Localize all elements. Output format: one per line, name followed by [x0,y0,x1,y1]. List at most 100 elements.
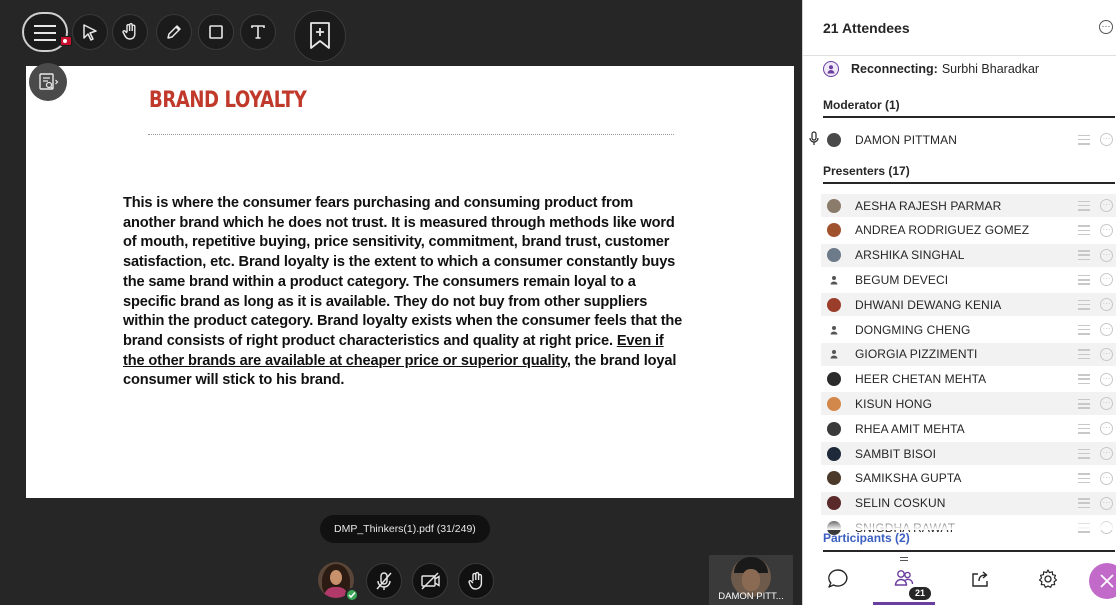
attendee-row[interactable]: DONGMING CHENG ⋯ [821,318,1116,341]
attendee-controls-icon[interactable] [1076,224,1092,236]
attendee-more-icon[interactable]: ⋯ [1100,422,1113,436]
attendee-name: GIORGIA PIZZIMENTI [855,347,978,362]
text-icon [251,25,265,39]
drag-handle-icon [900,557,908,563]
attendee-controls-icon[interactable] [1076,472,1092,484]
file-page-indicator: DMP_Thinkers(1).pdf (31/249) [320,515,490,543]
participants-section-header[interactable]: Participants (2) [823,531,1115,552]
raise-hand-button[interactable] [458,563,494,599]
attendee-controls-icon[interactable] [1076,423,1092,435]
panel-options-icon[interactable]: ⋯ [1099,20,1113,34]
tab-chat[interactable] [807,553,869,605]
attendee-more-icon[interactable]: ⋯ [1100,447,1113,460]
recording-icon [60,36,72,46]
attendee-controls-icon[interactable] [1076,200,1092,212]
attendee-more-icon[interactable]: ⋯ [1100,223,1113,237]
attendee-name: ARSHIKA SINGHAL [855,248,965,263]
close-icon [1100,574,1114,588]
avatar [827,446,841,461]
slide-inspector-button[interactable] [29,63,67,101]
attendee-more-icon[interactable]: ⋯ [1100,397,1113,411]
attendee-row[interactable]: SELIN COSKUN ⋯ [821,491,1116,515]
tab-share-content[interactable] [949,553,1011,605]
avatar [827,132,841,147]
hand-icon [122,23,136,40]
attendee-name: SAMIKSHA GUPTA [855,471,962,486]
attendee-row[interactable]: AESHA RAJESH PARMAR ⋯ [821,194,1116,217]
attendee-controls-icon[interactable] [1076,497,1092,509]
avatar [827,496,841,511]
attendee-more-icon[interactable]: ⋯ [1100,347,1113,361]
attendee-more-icon[interactable]: ⋯ [1100,372,1113,386]
avatar [827,273,841,287]
moderator-video-tile[interactable]: DAMON PITT... [709,555,793,605]
reconnecting-label: Reconnecting: [851,62,938,76]
attendee-name: AESHA RAJESH PARMAR [855,198,1002,213]
attendee-more-icon[interactable]: ⋯ [1100,323,1113,336]
attendee-row-moderator[interactable]: DAMON PITTMAN ⋯ [821,128,1116,151]
attendee-controls-icon[interactable] [1076,373,1092,385]
attendee-more-icon[interactable]: ⋯ [1100,298,1113,312]
tab-settings[interactable] [1017,553,1079,605]
close-panel-button[interactable] [1089,563,1116,599]
attendee-controls-icon[interactable] [1076,348,1092,360]
camera-toggle-button[interactable] [412,563,448,599]
avatar [827,372,841,387]
reconnecting-name: Surbhi Bharadkar [941,62,1040,76]
presenters-section-header: Presenters (17) [823,162,1115,184]
attendee-more-icon[interactable]: ⋯ [1100,273,1113,287]
avatar [827,421,841,436]
attendee-more-icon[interactable]: ⋯ [1100,496,1113,510]
annotation-toolbar [0,0,802,66]
session-menu-button[interactable] [22,12,72,52]
microphone-toggle-button[interactable] [366,563,402,599]
attendee-more-icon[interactable]: ⋯ [1100,471,1113,485]
gear-icon [1038,569,1058,588]
attendee-more-icon[interactable]: ⋯ [1100,248,1113,262]
add-bookmark-button[interactable] [294,10,346,62]
attendee-row[interactable]: ANDREA RODRIGUEZ GOMEZ ⋯ [821,219,1116,242]
attendee-more-icon[interactable]: ⋯ [1100,199,1113,212]
attendee-more-icon[interactable]: ⋯ [1100,133,1113,146]
inspect-icon [39,73,59,90]
slide-body-text: This is where the consumer fears purchas… [123,194,688,391]
avatar [827,396,841,411]
attendee-controls-icon[interactable] [1076,274,1092,286]
pointer-icon [83,24,97,41]
body-text: This is where the consumer fears purchas… [123,195,683,349]
attendee-name: BEGUM DEVECI [855,272,949,287]
shape-icon [209,25,223,39]
attendee-controls-icon[interactable] [1076,249,1092,261]
text-tool-button[interactable] [240,14,276,50]
title-divider [148,134,674,135]
attendee-controls-icon[interactable] [1076,299,1092,311]
pointer-tool-button[interactable] [72,14,108,50]
attendee-row[interactable]: HEER CHETAN MEHTA ⋯ [821,368,1116,391]
attendee-name: KISUN HONG [855,396,933,411]
attendee-controls-icon[interactable] [1076,324,1092,336]
attendee-row[interactable]: DHWANI DEWANG KENIA ⋯ [821,293,1116,317]
shape-tool-button[interactable] [198,14,234,50]
attendee-row[interactable]: ARSHIKA SINGHAL ⋯ [821,243,1116,267]
attendee-row[interactable]: BEGUM DEVECI ⋯ [821,268,1116,291]
attendee-row[interactable]: SAMIKSHA GUPTA ⋯ [821,467,1116,490]
pen-tool-button[interactable] [156,14,192,50]
microphone-muted-icon [376,572,392,590]
attendee-name: ANDREA RODRIGUEZ GOMEZ [855,223,1030,238]
attendee-controls-icon[interactable] [1076,134,1092,146]
attendee-row[interactable]: GIORGIA PIZZIMENTI ⋯ [821,342,1116,366]
attendee-row[interactable]: KISUN HONG ⋯ [821,392,1116,416]
attendee-controls-icon[interactable] [1076,398,1092,410]
avatar [827,323,841,337]
tab-attendees[interactable]: 21 [873,553,935,605]
attendee-count-badge: 21 [909,587,931,600]
attendee-row[interactable]: RHEA AMIT MEHTA ⋯ [821,417,1116,440]
slide-canvas: BRAND LOYALTY This is where the consumer… [26,63,794,498]
attendee-controls-icon[interactable] [1076,448,1092,460]
video-tile-name: DAMON PITT... [718,591,784,602]
status-ok-icon [345,588,359,602]
attendee-row[interactable]: SAMBIT BISOI ⋯ [821,442,1116,465]
panel-header: 21 Attendees ⋯ [803,0,1116,56]
hand-tool-button[interactable] [112,14,148,50]
avatar [827,297,841,312]
